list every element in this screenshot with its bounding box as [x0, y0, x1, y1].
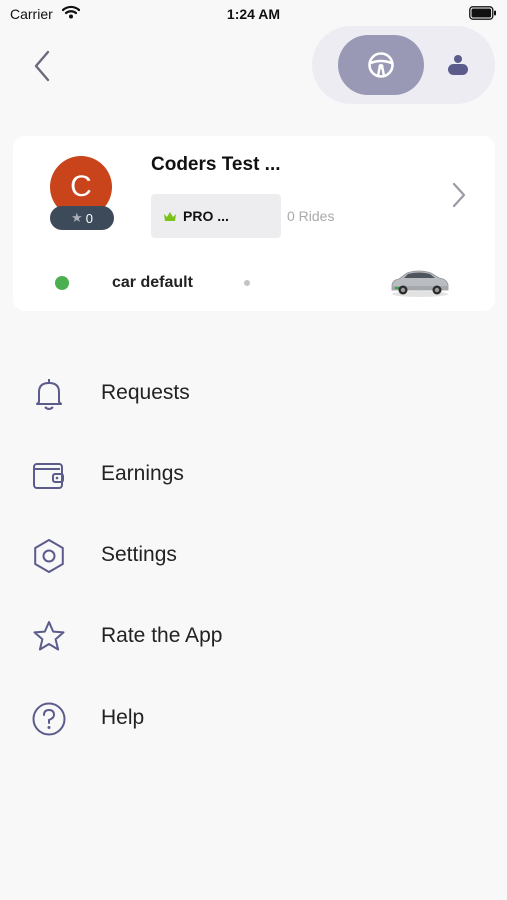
driver-mode-button[interactable] — [338, 35, 424, 95]
menu-item-label: Earnings — [101, 462, 184, 485]
star-icon — [33, 621, 65, 651]
rider-mode-button[interactable] — [438, 48, 478, 82]
bell-icon — [36, 379, 62, 410]
menu-item-requests[interactable]: Requests — [0, 363, 507, 423]
menu-item-help[interactable]: Help — [0, 688, 507, 748]
star-icon: ★ — [71, 210, 83, 225]
plan-badge: PRO ... — [151, 194, 281, 238]
hexagon-settings-icon — [34, 539, 64, 573]
crown-icon — [164, 211, 176, 221]
status-bar: Carrier 1:24 AM — [0, 0, 507, 28]
car-image — [391, 270, 449, 297]
person-icon — [448, 55, 468, 75]
menu-item-rate-the-app[interactable]: Rate the App — [0, 606, 507, 666]
avatar-initial: C — [70, 170, 92, 203]
question-circle-icon — [32, 702, 66, 736]
separator-dot — [244, 280, 250, 286]
menu-item-settings[interactable]: Settings — [0, 525, 507, 585]
mode-toggle — [312, 26, 495, 104]
menu-item-label: Requests — [101, 381, 190, 404]
menu-item-label: Help — [101, 706, 145, 729]
menu-item-label: Settings — [101, 543, 177, 566]
online-status-dot — [55, 276, 69, 290]
plan-label: PRO ... — [183, 208, 229, 224]
battery-icon — [469, 6, 496, 20]
chevron-right-icon[interactable] — [449, 180, 469, 210]
user-name: Coders Test ... — [151, 154, 281, 175]
back-button[interactable] — [28, 46, 58, 86]
wallet-icon — [33, 463, 64, 489]
rating-badge: ★ 0 — [50, 206, 114, 230]
status-time: 1:24 AM — [226, 6, 281, 22]
car-name: car default — [112, 274, 193, 291]
profile-card[interactable]: C ★ 0 Coders Test ... PRO ... 0 Rides ca… — [13, 136, 495, 311]
steering-wheel-icon — [368, 52, 394, 78]
chevron-left-icon — [34, 50, 50, 82]
menu-item-earnings[interactable]: Earnings — [0, 444, 507, 504]
rating-value: 0 — [85, 210, 93, 226]
menu-item-label: Rate the App — [101, 624, 223, 647]
rides-count: 0 Rides — [287, 208, 335, 224]
